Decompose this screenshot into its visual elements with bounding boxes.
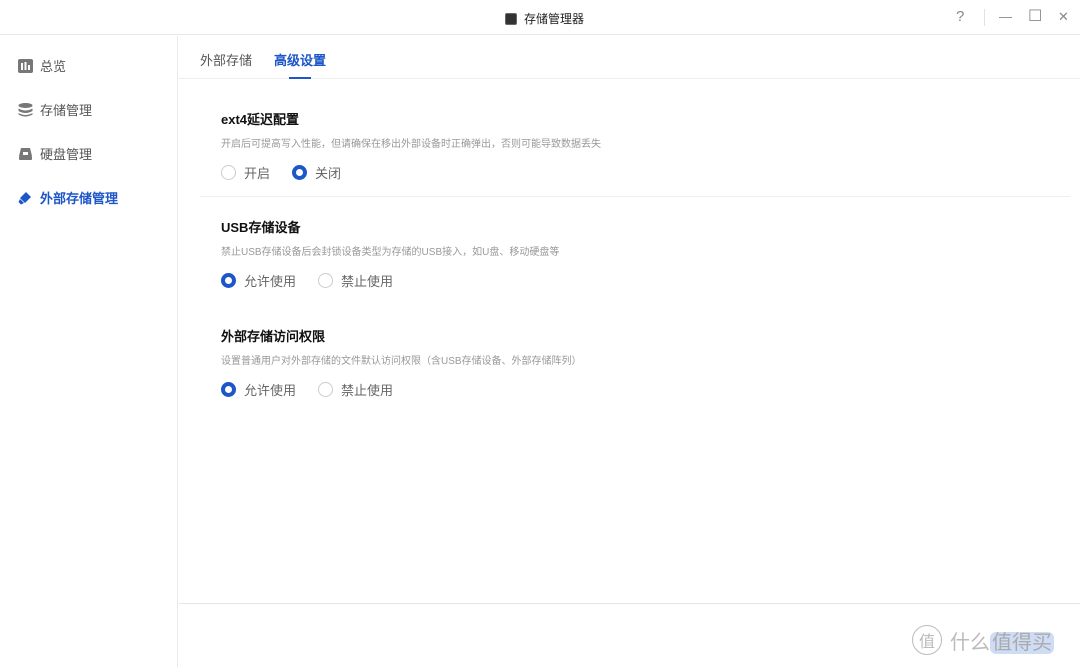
- database-icon: [18, 102, 33, 116]
- usb-icon: [18, 191, 31, 204]
- radio-deny[interactable]: 禁止使用: [318, 271, 393, 290]
- section-title: USB存储设备: [221, 220, 301, 235]
- radio-label: 允许使用: [244, 274, 297, 289]
- app-icon: [505, 12, 517, 25]
- tab-external-storage[interactable]: 外部存储: [200, 50, 252, 69]
- radio-label: 禁止使用: [341, 274, 394, 289]
- sidebar-item-label: 外部存储管理: [40, 191, 119, 206]
- sidebar-item-disk[interactable]: 硬盘管理: [18, 144, 92, 163]
- radio-label: 禁止使用: [341, 383, 394, 398]
- radio-label: 允许使用: [244, 383, 297, 398]
- sidebar-item-external-storage[interactable]: 外部存储管理: [18, 188, 118, 207]
- radio-allow[interactable]: 允许使用: [221, 380, 296, 399]
- watermark-text: 什么: [950, 631, 990, 654]
- help-button[interactable]: ?: [956, 8, 964, 25]
- window-title-text: 存储管理器: [524, 12, 585, 26]
- watermark-text: 值得买: [990, 631, 1054, 654]
- sidebar-item-label: 存储管理: [40, 103, 93, 118]
- section-description: 开启后可提高写入性能，但请确保在移出外部设备时正确弹出，否则可能导致数据丢失: [221, 139, 601, 150]
- watermark: 值 什么 值得买: [912, 625, 1054, 655]
- title-bar: 存储管理器 ? — ☐ ✕: [0, 0, 1080, 35]
- tab-advanced-settings[interactable]: 高级设置: [274, 50, 326, 79]
- tab-bar: 外部存储 高级设置: [179, 36, 1080, 79]
- window-title: 存储管理器: [505, 10, 584, 27]
- watermark-badge: 值: [912, 625, 942, 655]
- section-title: 外部存储访问权限: [221, 329, 326, 344]
- sidebar-item-storage[interactable]: 存储管理: [18, 100, 92, 119]
- radio-enable[interactable]: 开启: [221, 163, 270, 182]
- maximize-button[interactable]: ☐: [1028, 6, 1042, 26]
- radio-allow[interactable]: 允许使用: [221, 271, 296, 290]
- sidebar-item-label: 总览: [40, 59, 67, 74]
- section-description: 设置普通用户对外部存储的文件默认访问权限（含USB存储设备、外部存储阵列）: [221, 356, 582, 367]
- chart-icon: [18, 58, 33, 73]
- divider: [984, 9, 985, 26]
- radio-label: 关闭: [315, 166, 342, 181]
- radio-disable[interactable]: 关闭: [292, 163, 341, 182]
- footer-divider: [179, 603, 1080, 604]
- sidebar-item-label: 硬盘管理: [40, 147, 93, 162]
- ext4-section: ext4延迟配置 开启后可提高写入性能，但请确保在移出外部设备时正确弹出，否则可…: [221, 109, 601, 182]
- divider: [200, 196, 1070, 197]
- sidebar: 总览 存储管理 硬盘管理 外部存储管理: [0, 36, 178, 667]
- disk-icon: [19, 147, 32, 160]
- section-title: ext4延迟配置: [221, 112, 300, 127]
- usb-section: USB存储设备 禁止USB存储设备后会封锁设备类型为存储的USB接入，如U盘、移…: [221, 217, 559, 290]
- sidebar-item-overview[interactable]: 总览: [18, 56, 66, 75]
- close-button[interactable]: ✕: [1058, 9, 1069, 25]
- access-section: 外部存储访问权限 设置普通用户对外部存储的文件默认访问权限（含USB存储设备、外…: [221, 326, 582, 399]
- radio-label: 开启: [244, 166, 271, 181]
- radio-deny[interactable]: 禁止使用: [318, 380, 393, 399]
- section-description: 禁止USB存储设备后会封锁设备类型为存储的USB接入，如U盘、移动硬盘等: [221, 247, 560, 258]
- minimize-button[interactable]: —: [999, 9, 1012, 24]
